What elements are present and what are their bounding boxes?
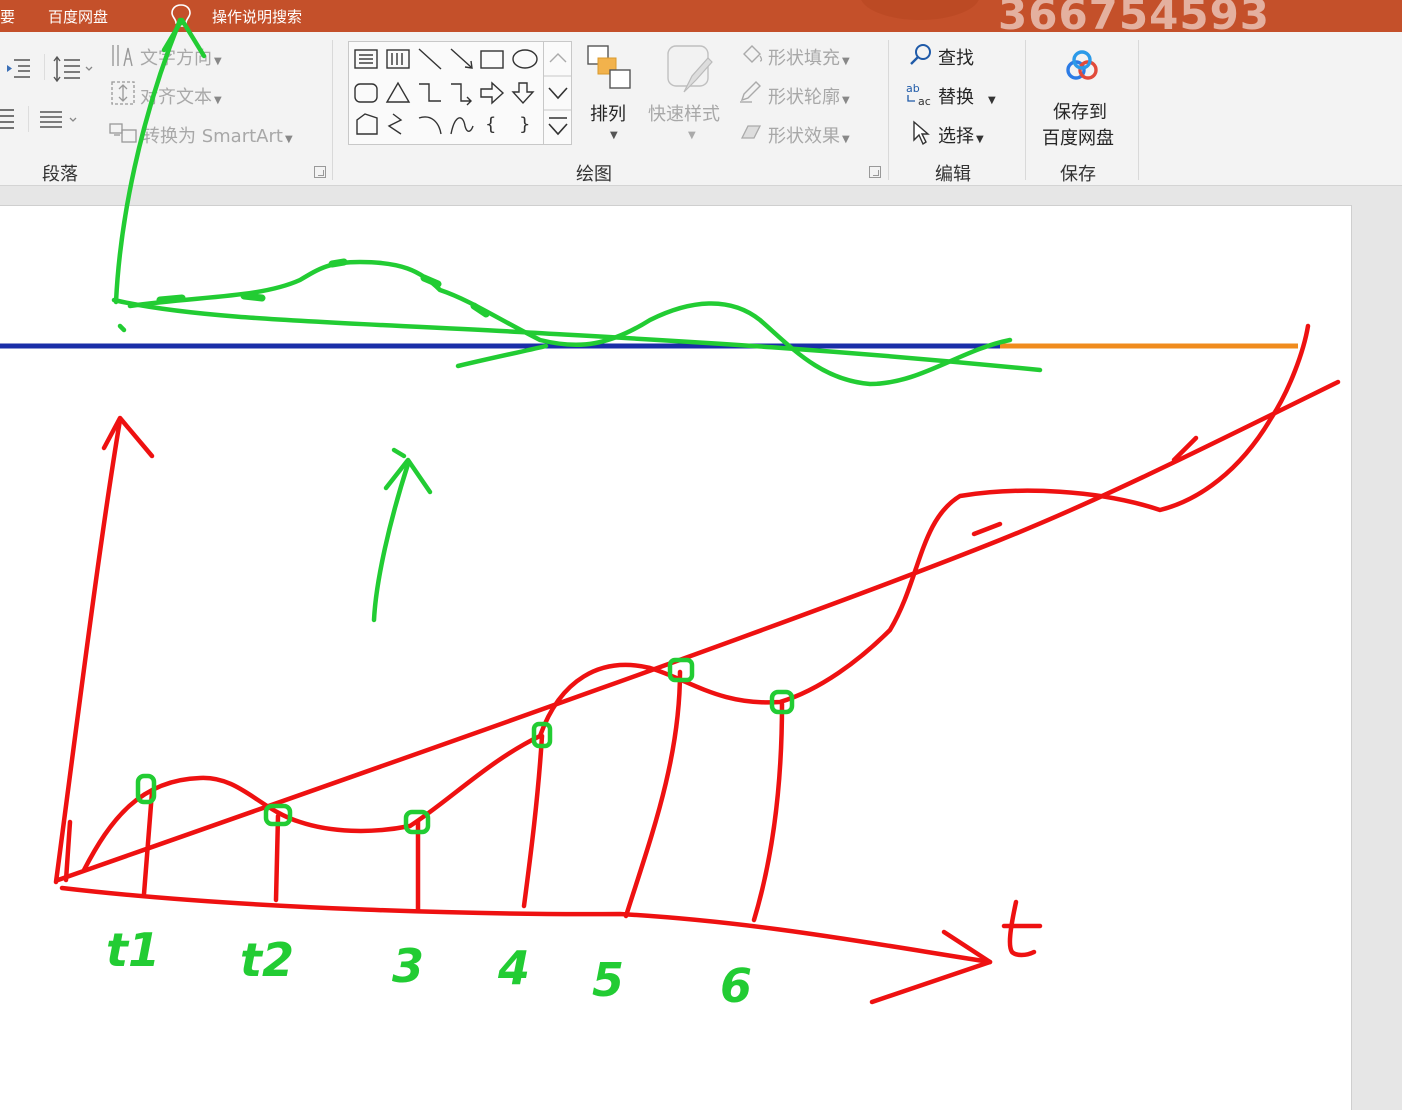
align-right-icon[interactable] <box>0 106 20 132</box>
group-separator <box>1025 40 1026 180</box>
chevron-down-icon: ▼ <box>988 95 996 106</box>
shape-effects-icon[interactable] <box>738 120 764 144</box>
svg-text:}: } <box>519 114 530 135</box>
svg-text:ac: ac <box>918 95 931 108</box>
svg-text:ab: ab <box>906 82 920 95</box>
replace-icon[interactable]: ab ac <box>904 80 936 108</box>
slide-canvas[interactable] <box>0 205 1352 1110</box>
chevron-down-icon: ▼ <box>842 134 850 145</box>
slide-editing-area <box>0 187 1402 1110</box>
svg-text:{: { <box>485 114 496 135</box>
lightbulb-icon[interactable] <box>168 2 194 30</box>
paint-bucket-icon[interactable] <box>740 42 764 66</box>
chevron-down-icon: ▼ <box>842 56 850 67</box>
shape-effects-button[interactable]: 形状效果 ▼ <box>768 122 850 148</box>
shape-fill-button[interactable]: 形状填充 ▼ <box>768 44 850 70</box>
chevron-down-icon: ▼ <box>976 134 984 145</box>
arrange-label[interactable]: 排列 <box>590 100 626 126</box>
increase-indent-icon[interactable] <box>4 56 32 80</box>
tab-partial[interactable]: 要 <box>0 6 15 27</box>
text-direction-label: 文字方向 <box>140 48 212 69</box>
watermark-number: 366754593 <box>998 0 1271 32</box>
group-separator <box>332 40 333 180</box>
save-to-line1[interactable]: 保存到 <box>1053 98 1107 124</box>
pen-icon[interactable] <box>738 80 762 104</box>
group-label-drawing: 绘图 <box>576 164 612 185</box>
chevron-down-icon: ▼ <box>842 95 850 106</box>
ribbon: 文字方向 ▼ 对齐文本 ▼ 转换为 SmartArt ▼ 段落 {} 排列 ▼… <box>0 32 1402 186</box>
convert-smartart-button[interactable]: 转换为 SmartArt ▼ <box>142 122 293 148</box>
text-direction-icon[interactable] <box>110 42 138 70</box>
chevron-down-icon[interactable]: ▼ <box>688 130 696 141</box>
dialog-launcher-icon[interactable] <box>869 166 881 178</box>
replace-label: 替换 <box>938 87 974 108</box>
chevron-down-icon: ▼ <box>214 95 222 106</box>
cursor-arrow-icon[interactable] <box>910 120 932 146</box>
shape-fill-label: 形状填充 <box>768 48 840 69</box>
line-spacing-icon[interactable] <box>52 54 96 82</box>
group-label-editing: 编辑 <box>935 164 971 185</box>
title-decoration <box>860 0 980 20</box>
shapes-gallery[interactable]: { } <box>348 41 572 145</box>
group-separator <box>888 40 889 180</box>
quick-styles-icon[interactable] <box>664 40 718 96</box>
title-bar: 要 百度网盘 操作说明搜索 366754593 <box>0 0 1402 32</box>
select-label: 选择 <box>938 126 974 147</box>
tab-baidu-netdisk[interactable]: 百度网盘 <box>48 6 108 27</box>
text-direction-button[interactable]: 文字方向 ▼ <box>140 44 222 70</box>
select-button[interactable]: 选择 ▼ <box>938 122 984 148</box>
dialog-launcher-icon[interactable] <box>314 166 326 178</box>
find-button[interactable]: 查找 <box>938 44 974 70</box>
search-icon[interactable] <box>908 42 934 68</box>
save-to-line2[interactable]: 百度网盘 <box>1042 124 1114 150</box>
align-text-icon[interactable] <box>110 80 138 108</box>
gallery-scroll-arrows <box>544 53 572 136</box>
shape-effects-label: 形状效果 <box>768 126 840 147</box>
align-text-label: 对齐文本 <box>140 87 212 108</box>
align-text-button[interactable]: 对齐文本 ▼ <box>140 83 222 109</box>
chevron-down-icon: ▼ <box>284 134 293 145</box>
baidu-cloud-icon[interactable] <box>1062 46 1102 86</box>
replace-button[interactable]: 替换 ▼ <box>938 83 996 109</box>
chevron-down-icon: ▼ <box>214 56 222 67</box>
group-label-save: 保存 <box>1060 164 1096 185</box>
convert-smartart-label: 转换为 SmartArt <box>142 126 283 147</box>
gallery-scrollbar[interactable] <box>543 42 572 144</box>
shape-outline-button[interactable]: 形状轮廓 ▼ <box>768 83 850 109</box>
chevron-down-icon[interactable]: ▼ <box>610 130 618 141</box>
tell-me-search[interactable]: 操作说明搜索 <box>212 6 302 27</box>
shape-outline-label: 形状轮廓 <box>768 87 840 108</box>
columns-icon[interactable] <box>38 108 84 130</box>
group-label-paragraph: 段落 <box>42 164 78 185</box>
separator <box>28 106 29 132</box>
quick-styles-label[interactable]: 快速样式 <box>648 100 720 126</box>
shapes-gallery-icons: { } <box>354 48 538 135</box>
separator <box>44 54 45 80</box>
group-separator <box>1138 40 1139 180</box>
arrange-icon[interactable] <box>586 42 634 92</box>
smartart-icon[interactable] <box>108 120 140 146</box>
